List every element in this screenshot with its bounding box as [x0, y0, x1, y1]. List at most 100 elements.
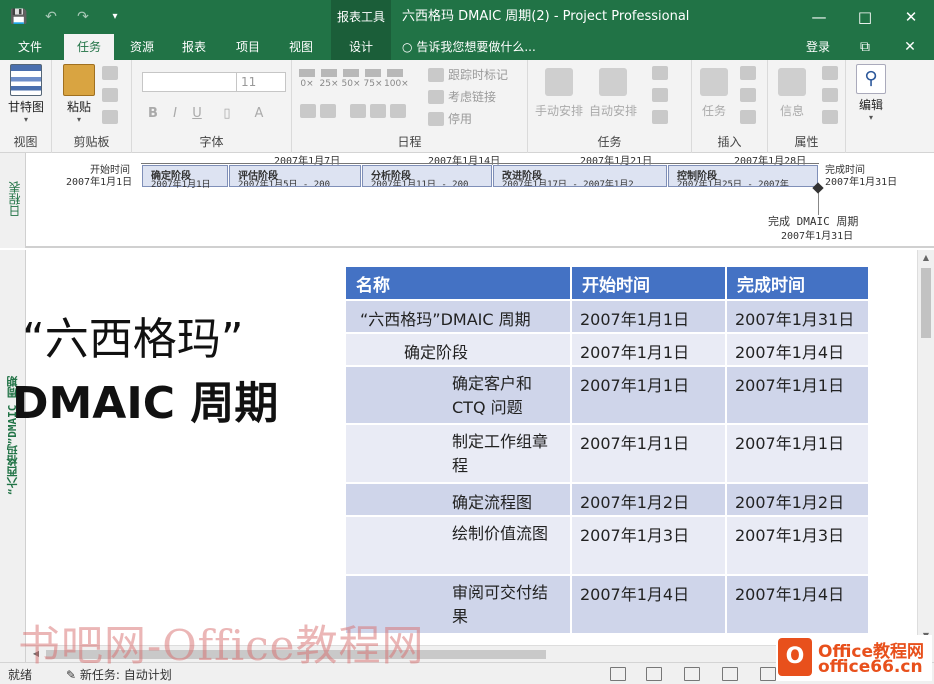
paste-label: 粘贴 — [66, 100, 91, 114]
paste-button[interactable]: 粘贴 ▾ — [56, 64, 102, 124]
underline-icon[interactable]: U — [188, 105, 206, 123]
cut-icon[interactable] — [102, 66, 118, 80]
undo-icon[interactable]: ↶ — [40, 6, 62, 28]
auto-schedule-button[interactable]: 自动安排 — [586, 68, 640, 119]
format-painter-icon[interactable] — [102, 110, 118, 124]
task-usage-icon[interactable] — [646, 667, 662, 681]
vertical-scroll-thumb[interactable] — [921, 268, 931, 338]
timeline-start-date: 2007年1月1日 — [66, 177, 133, 188]
timeline-pane[interactable]: 日程表 2007年1月7日 2007年1月14日 2007年1月21日 2007… — [0, 153, 934, 248]
task-finish: 2007年1月1日 — [727, 425, 868, 482]
mark-on-track-button[interactable]: 跟踪时标记 — [428, 66, 508, 83]
report-table[interactable]: 名称 开始时间 完成时间 “六西格玛”DMAIC 周期 2007年1月1日 20… — [344, 265, 870, 635]
ribbon: 甘特图 ▾ 视图 粘贴 ▾ 剪贴板 11 B I U ▯ A 字体 0× 25×… — [0, 60, 934, 153]
percent-75-button[interactable]: 75× — [362, 69, 384, 89]
percent-50-button[interactable]: 50× — [340, 69, 362, 89]
task-name: 确定客户和CTQ 问题 — [346, 367, 570, 423]
inactivate-button[interactable]: 停用 — [428, 110, 472, 127]
task-start: 2007年1月2日 — [572, 484, 725, 515]
tell-me-text: 告诉我您想要做什么... — [416, 40, 536, 54]
tell-me-box[interactable]: ○ 告诉我您想要做什么... — [402, 34, 536, 60]
inspect-icon[interactable] — [652, 66, 668, 80]
group-insert-label: 插入 — [717, 135, 742, 149]
minimize-icon[interactable]: — — [796, 0, 842, 34]
table-row[interactable]: 制定工作组章程 2007年1月1日 2007年1月1日 — [346, 425, 868, 482]
percent-0-button[interactable]: 0× — [296, 69, 318, 89]
close-icon[interactable]: ✕ — [888, 0, 934, 34]
column-header-name[interactable]: 名称 — [346, 267, 570, 299]
timeline-finish-date: 2007年1月31日 — [825, 177, 898, 188]
pin-icon — [545, 68, 573, 96]
font-name-box[interactable] — [142, 72, 238, 92]
information-button[interactable]: 信息 — [768, 68, 816, 119]
ribbon-tabs: 文件 任务 资源 报表 项目 视图 设计 ○ 告诉我您想要做什么... 登录 ⧉… — [0, 34, 934, 60]
login-link[interactable]: 登录 — [806, 34, 830, 60]
timeline-phase[interactable]: 控制阶段 2007年1月25日 - 2007年 — [668, 165, 818, 187]
column-header-finish[interactable]: 完成时间 — [727, 267, 868, 299]
report-title[interactable]: “六西格玛” DMAIC 周期 — [12, 308, 278, 436]
tab-task[interactable]: 任务 — [64, 34, 114, 60]
group-tasks-label: 任务 — [597, 135, 622, 149]
resource-sheet-icon[interactable] — [722, 667, 738, 681]
table-row[interactable]: 绘制价值流图 2007年1月3日 2007年1月3日 — [346, 517, 868, 574]
font-size-box[interactable]: 11 — [236, 72, 286, 92]
report-canvas[interactable]: “六西格玛”DMAIC 周期 “六西格玛” DMAIC 周期 名称 开始时间 完… — [0, 250, 934, 662]
task-button[interactable]: 任务 — [688, 68, 740, 119]
summary-icon[interactable] — [740, 66, 756, 80]
scroll-up-icon[interactable]: ▲ — [918, 250, 934, 266]
percent-25-button[interactable]: 25× — [318, 69, 340, 89]
notes-icon[interactable] — [822, 66, 838, 80]
task-finish: 2007年1月3日 — [727, 517, 868, 574]
maximize-icon[interactable]: □ — [842, 0, 888, 34]
tab-project[interactable]: 项目 — [224, 34, 272, 60]
timeline-phase[interactable]: 改进阶段 2007年1月17日 - 2007年1月2 — [493, 165, 667, 187]
table-row[interactable]: 确定流程图 2007年1月2日 2007年1月2日 — [346, 484, 868, 515]
manual-schedule-button[interactable]: 手动安排 — [532, 68, 586, 119]
tab-resource[interactable]: 资源 — [118, 34, 166, 60]
tab-file[interactable]: 文件 — [6, 34, 54, 60]
details-icon[interactable] — [822, 88, 838, 102]
tab-design[interactable]: 设计 — [331, 34, 391, 60]
percent-100-button[interactable]: 100× — [384, 69, 409, 89]
mode-icon[interactable] — [652, 110, 668, 124]
task-name: “六西格玛”DMAIC 周期 — [346, 301, 570, 332]
fill-color-icon[interactable]: ▯ — [218, 105, 236, 123]
move-task-icons[interactable] — [300, 104, 336, 118]
timeline-phase[interactable]: 分析阶段 2007年1月11日 - 200 — [362, 165, 492, 187]
lightbulb-icon: ○ — [402, 40, 413, 54]
respect-links-button[interactable]: 考虑链接 — [428, 88, 496, 105]
group-insert: 任务 插入 — [692, 60, 768, 153]
table-row[interactable]: “六西格玛”DMAIC 周期 2007年1月1日 2007年1月31日 — [346, 301, 868, 332]
group-schedule-label: 日程 — [397, 135, 422, 149]
timeline-phase[interactable]: 评估阶段 2007年1月5日 - 200 — [229, 165, 361, 187]
deliverable-icon[interactable] — [740, 110, 756, 124]
timeline-phase[interactable]: 确定阶段 2007年1月1日 — [142, 165, 228, 190]
group-properties: 信息 属性 — [768, 60, 846, 153]
font-color-icon[interactable]: A — [250, 105, 268, 123]
save-icon[interactable]: 💾 — [8, 6, 30, 28]
gantt-view-icon[interactable] — [610, 667, 626, 681]
reports-view-icon[interactable] — [760, 667, 776, 681]
italic-icon[interactable]: I — [166, 105, 184, 123]
redo-icon[interactable]: ↷ — [72, 6, 94, 28]
column-header-start[interactable]: 开始时间 — [572, 267, 725, 299]
milestone-icon[interactable] — [740, 88, 756, 102]
bold-icon[interactable]: B — [144, 105, 162, 123]
table-row[interactable]: 确定客户和CTQ 问题 2007年1月1日 2007年1月1日 — [346, 367, 868, 423]
close-document-icon[interactable]: ✕ — [895, 34, 925, 60]
team-planner-icon[interactable] — [684, 667, 700, 681]
move-icon[interactable] — [652, 88, 668, 102]
vertical-scrollbar[interactable]: ▲ ▼ — [917, 250, 934, 662]
customize-qat-icon[interactable]: ▾ — [104, 6, 126, 28]
editing-button[interactable]: ⚲ 编辑 ▾ — [848, 64, 894, 122]
task-start: 2007年1月3日 — [572, 517, 725, 574]
tab-view[interactable]: 视图 — [277, 34, 325, 60]
find-icon: ⚲ — [856, 64, 886, 94]
gantt-chart-button[interactable]: 甘特图 ▾ — [3, 64, 49, 124]
copy-icon[interactable] — [102, 88, 118, 102]
add-to-timeline-icon[interactable] — [822, 110, 838, 124]
tab-report[interactable]: 报表 — [170, 34, 218, 60]
ribbon-display-icon[interactable]: ⧉ — [850, 34, 880, 60]
table-row[interactable]: 确定阶段 2007年1月1日 2007年1月4日 — [346, 334, 868, 365]
link-task-icons[interactable] — [350, 104, 406, 118]
